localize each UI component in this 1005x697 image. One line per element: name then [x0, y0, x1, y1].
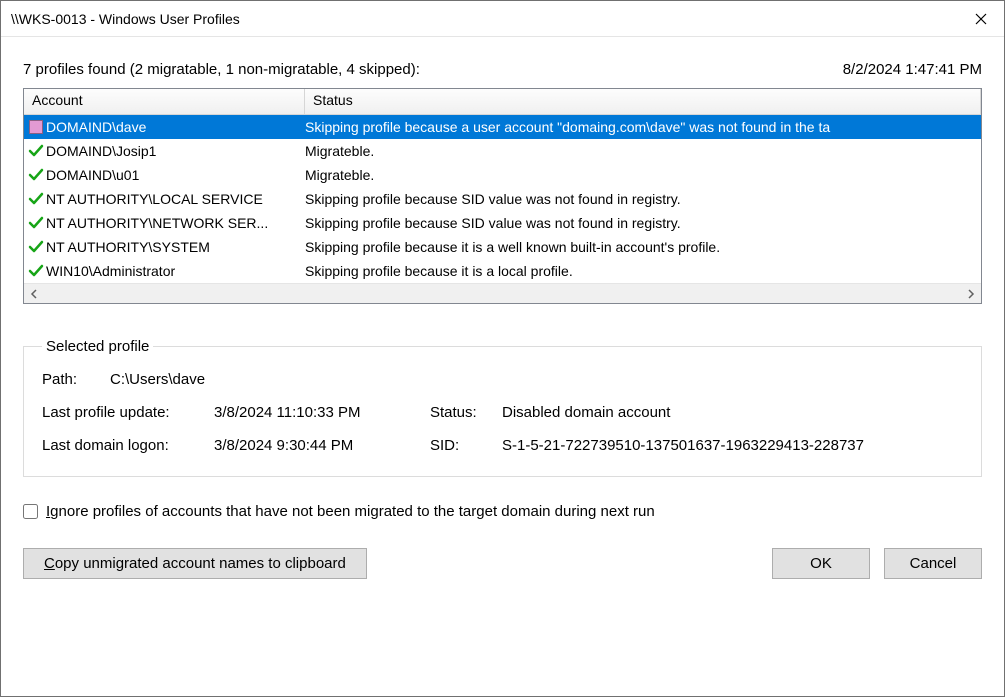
selected-profile-group: Selected profile Path: C:\Users\dave Las…	[23, 338, 982, 477]
col-header-status[interactable]: Status	[305, 89, 981, 114]
sid-value: S-1-5-21-722739510-137501637-1963229413-…	[502, 437, 864, 454]
profiles-list: Account Status DOMAIND\daveSkipping prof…	[23, 88, 982, 304]
row-account: DOMAIND\u01	[44, 167, 305, 183]
summary-timestamp: 8/2/2024 1:47:41 PM	[843, 61, 982, 78]
table-row[interactable]: NT AUTHORITY\SYSTEMSkipping profile beca…	[24, 235, 981, 259]
scrollbar-horizontal[interactable]	[24, 283, 981, 303]
status-value: Disabled domain account	[502, 404, 670, 421]
summary-row: 7 profiles found (2 migratable, 1 non-mi…	[23, 61, 982, 78]
status-label: Status:	[430, 404, 490, 421]
sid-label: SID:	[430, 437, 490, 454]
row-status: Skipping profile because it is a local p…	[305, 263, 981, 279]
last-logon-value: 3/8/2024 9:30:44 PM	[214, 437, 424, 454]
ignore-checkbox[interactable]	[23, 504, 38, 519]
ignore-label[interactable]: Ignore profiles of accounts that have no…	[46, 503, 655, 520]
checkmark-icon	[28, 143, 44, 159]
row-status: Migrateble.	[305, 143, 981, 159]
cancel-button[interactable]: Cancel	[884, 548, 982, 579]
table-row[interactable]: NT AUTHORITY\LOCAL SERVICESkipping profi…	[24, 187, 981, 211]
summary-text: 7 profiles found (2 migratable, 1 non-mi…	[23, 61, 420, 78]
row-status: Skipping profile because SID value was n…	[305, 191, 981, 207]
last-update-label: Last profile update:	[42, 404, 202, 421]
checkmark-icon	[28, 191, 44, 207]
last-update-value: 3/8/2024 11:10:33 PM	[214, 404, 424, 421]
checkmark-icon	[28, 215, 44, 231]
window-title: \\WKS-0013 - Windows User Profiles	[11, 11, 958, 27]
row-account: WIN10\Administrator	[44, 263, 305, 279]
table-row[interactable]: DOMAIND\u01Migrateble.	[24, 163, 981, 187]
row-status: Migrateble.	[305, 167, 981, 183]
ok-button[interactable]: OK	[772, 548, 870, 579]
close-icon	[975, 13, 987, 25]
row-account: NT AUTHORITY\NETWORK SER...	[44, 215, 305, 231]
checkmark-icon	[28, 167, 44, 183]
row-account: DOMAIND\Josip1	[44, 143, 305, 159]
checkmark-icon	[28, 263, 44, 279]
row-status: Skipping profile because a user account …	[305, 119, 981, 135]
checkmark-icon	[28, 239, 44, 255]
last-logon-label: Last domain logon:	[42, 437, 202, 454]
profile-icon	[28, 119, 44, 135]
row-status: Skipping profile because it is a well kn…	[305, 239, 981, 255]
copy-button[interactable]: Copy unmigrated account names to clipboa…	[23, 548, 367, 579]
scroll-left-arrow-icon[interactable]	[24, 284, 44, 304]
selected-profile-legend: Selected profile	[42, 338, 153, 355]
path-label: Path:	[42, 371, 98, 388]
table-row[interactable]: WIN10\AdministratorSkipping profile beca…	[24, 259, 981, 283]
scroll-right-arrow-icon[interactable]	[961, 284, 981, 304]
row-account: NT AUTHORITY\LOCAL SERVICE	[44, 191, 305, 207]
table-row[interactable]: NT AUTHORITY\NETWORK SER...Skipping prof…	[24, 211, 981, 235]
titlebar: \\WKS-0013 - Windows User Profiles	[1, 1, 1004, 37]
close-button[interactable]	[958, 1, 1004, 37]
row-account: DOMAIND\dave	[44, 119, 305, 135]
row-account: NT AUTHORITY\SYSTEM	[44, 239, 305, 255]
row-status: Skipping profile because SID value was n…	[305, 215, 981, 231]
col-header-account[interactable]: Account	[24, 89, 305, 114]
table-row[interactable]: DOMAIND\Josip1Migrateble.	[24, 139, 981, 163]
path-value: C:\Users\dave	[110, 371, 205, 388]
table-row[interactable]: DOMAIND\daveSkipping profile because a u…	[24, 115, 981, 139]
list-header: Account Status	[24, 89, 981, 115]
